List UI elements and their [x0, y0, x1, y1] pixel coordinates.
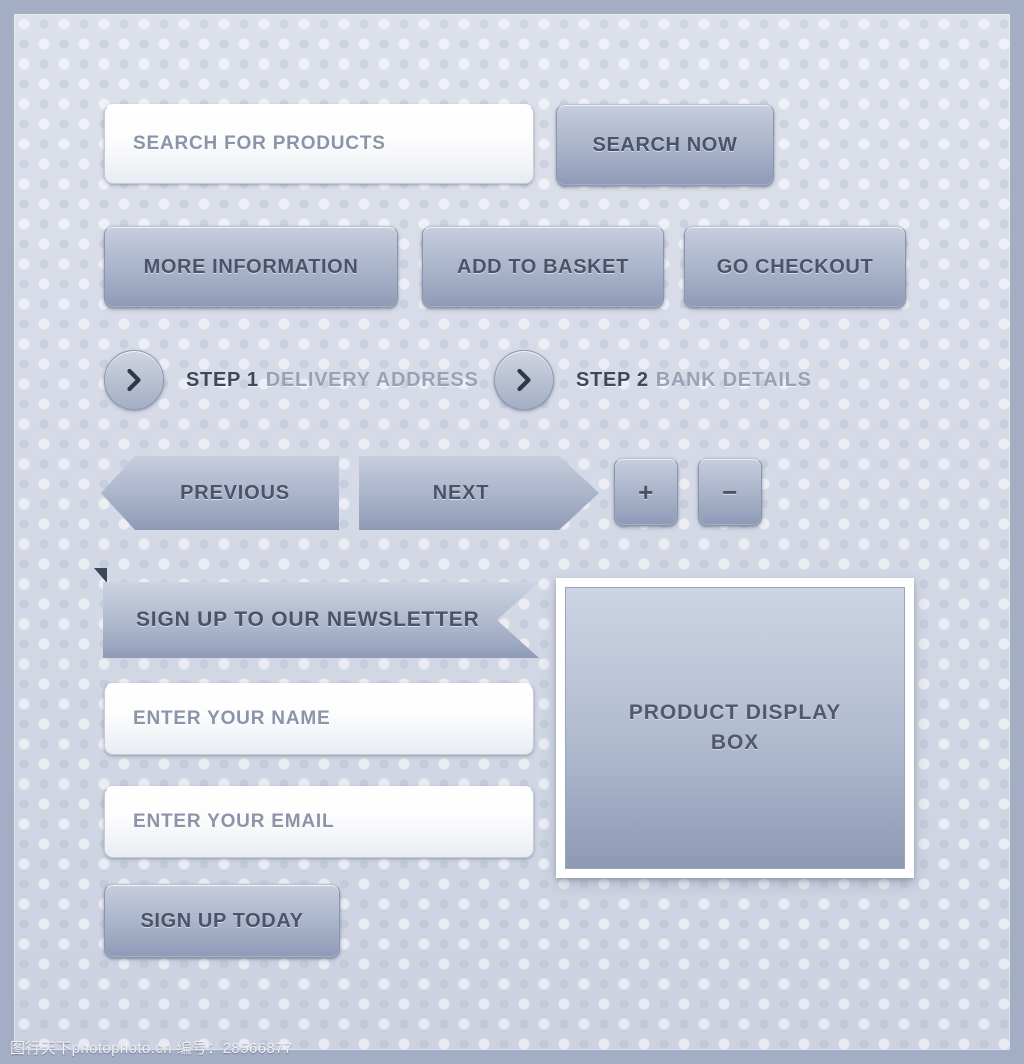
next-button[interactable]: NEXT: [359, 456, 599, 530]
step-1-arrow-button[interactable]: [104, 350, 164, 410]
step-2-number: STEP 2: [576, 368, 649, 391]
step-item-2[interactable]: STEP 2 BANK DETAILS: [494, 350, 812, 410]
email-input[interactable]: ENTER YOUR EMAIL: [104, 786, 534, 858]
product-display-box[interactable]: PRODUCT DISPLAY BOX: [565, 587, 905, 869]
name-input-placeholder: ENTER YOUR NAME: [133, 708, 331, 729]
search-row: SEARCH FOR PRODUCTS SEARCH NOW: [104, 104, 774, 186]
more-information-button[interactable]: MORE INFORMATION: [104, 226, 398, 308]
product-display-frame: PRODUCT DISPLAY BOX: [556, 578, 914, 878]
increment-button[interactable]: +: [614, 458, 678, 526]
step-1-number: STEP 1: [186, 368, 259, 391]
product-display-label: PRODUCT DISPLAY BOX: [628, 700, 842, 754]
step-2-label: BANK DETAILS: [655, 368, 812, 391]
search-now-button[interactable]: SEARCH NOW: [556, 104, 774, 186]
step-2-text: STEP 2 BANK DETAILS: [576, 369, 812, 392]
add-to-basket-button[interactable]: ADD TO BASKET: [422, 226, 664, 308]
step-1-label: DELIVERY ADDRESS: [265, 368, 479, 391]
ui-kit-root: SEARCH FOR PRODUCTS SEARCH NOW MORE INFO…: [0, 0, 1024, 1064]
chevron-right-icon: [127, 368, 141, 392]
decrement-button[interactable]: −: [698, 458, 762, 526]
step-1-text: STEP 1 DELIVERY ADDRESS: [186, 369, 479, 392]
stock-photo-watermark: 图行天下photophoto.cn 编号：28566877: [10, 1040, 293, 1057]
email-input-placeholder: ENTER YOUR EMAIL: [133, 811, 335, 832]
search-input-placeholder: SEARCH FOR PRODUCTS: [133, 133, 386, 154]
chevron-right-icon: [517, 368, 531, 392]
go-checkout-button[interactable]: GO CHECKOUT: [684, 226, 906, 308]
previous-button[interactable]: PREVIOUS: [101, 456, 339, 530]
ribbon-fold-corner: [94, 568, 107, 583]
search-input[interactable]: SEARCH FOR PRODUCTS: [104, 104, 534, 184]
name-input[interactable]: ENTER YOUR NAME: [104, 683, 534, 755]
step-2-arrow-button[interactable]: [494, 350, 554, 410]
newsletter-signup-banner[interactable]: SIGN UP TO OUR NEWSLETTER: [103, 582, 539, 658]
newsletter-banner-label: SIGN UP TO OUR NEWSLETTER: [136, 608, 480, 631]
step-item-1[interactable]: STEP 1 DELIVERY ADDRESS: [104, 350, 479, 410]
sign-up-today-button[interactable]: SIGN UP TODAY: [104, 884, 340, 958]
